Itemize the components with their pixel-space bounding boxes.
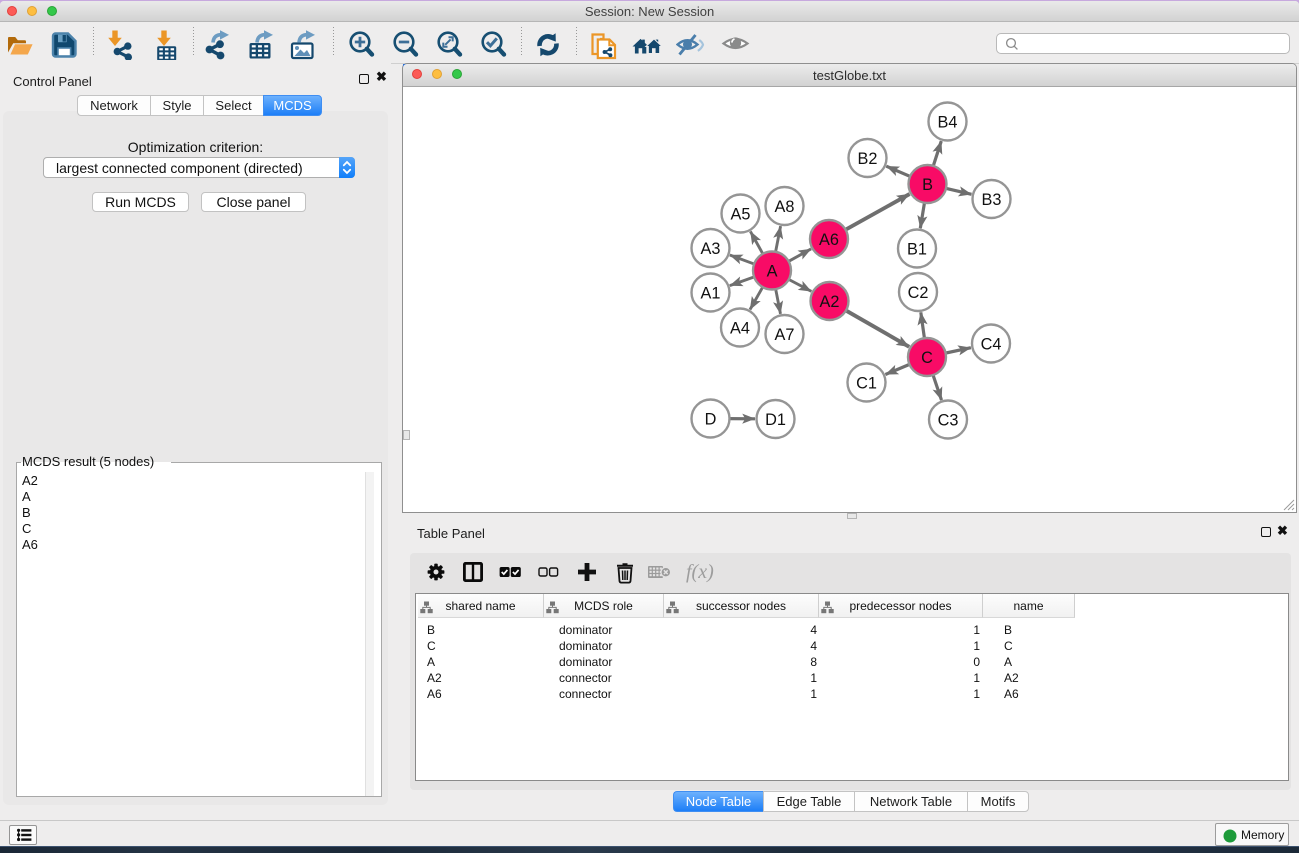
- svg-text:B3: B3: [982, 190, 1002, 208]
- svg-text:A: A: [767, 262, 778, 280]
- svg-text:B: B: [922, 175, 933, 193]
- svg-text:A2: A2: [820, 292, 840, 310]
- svg-text:A4: A4: [730, 319, 750, 337]
- svg-text:C3: C3: [938, 411, 959, 429]
- svg-text:D: D: [705, 410, 717, 428]
- svg-text:C2: C2: [908, 283, 929, 301]
- svg-text:C1: C1: [856, 374, 877, 392]
- svg-text:A8: A8: [775, 197, 795, 215]
- svg-text:A3: A3: [701, 239, 721, 257]
- svg-text:A6: A6: [819, 230, 839, 248]
- svg-text:B2: B2: [858, 149, 878, 167]
- svg-text:B1: B1: [907, 240, 927, 258]
- svg-text:D1: D1: [765, 410, 786, 428]
- svg-text:A5: A5: [731, 205, 751, 223]
- svg-text:C: C: [921, 348, 933, 366]
- svg-text:A1: A1: [701, 284, 721, 302]
- svg-text:B4: B4: [938, 113, 958, 131]
- svg-text:C4: C4: [981, 335, 1002, 353]
- svg-text:A7: A7: [775, 325, 795, 343]
